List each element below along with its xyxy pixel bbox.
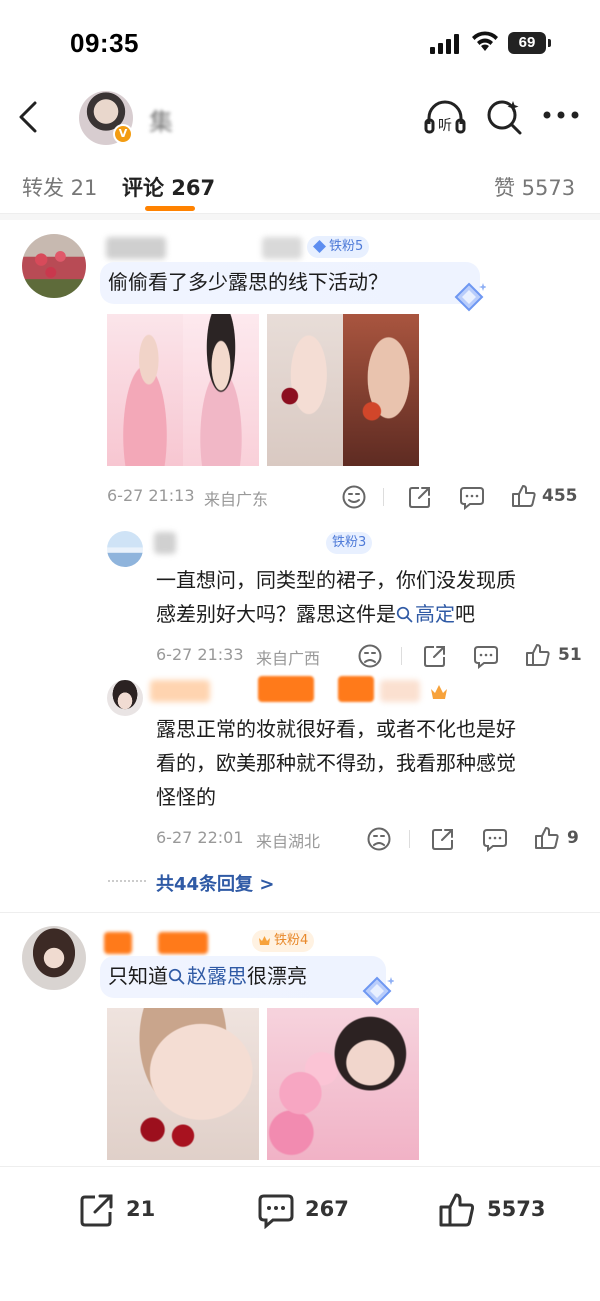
fan-crown-icon	[431, 685, 447, 699]
diamond-icon	[313, 240, 326, 253]
comment-photo[interactable]	[183, 314, 259, 466]
sad-reaction-icon[interactable]	[366, 826, 392, 852]
comment-count: 267	[305, 1197, 349, 1221]
sad-reaction-icon[interactable]	[357, 643, 383, 669]
bubble-diamond-icon	[362, 976, 394, 1006]
active-tab-indicator	[145, 206, 195, 211]
commenter-avatar[interactable]	[22, 926, 86, 990]
fan-level-badge: 铁粉5	[307, 236, 370, 258]
comment-photo[interactable]	[107, 314, 183, 466]
reply-location: 来自湖北	[256, 832, 321, 851]
more-replies-link[interactable]: 共44条回复 >	[156, 870, 274, 896]
commenter-name-redacted-2	[262, 237, 302, 259]
comment-icon[interactable]	[482, 826, 508, 852]
like-icon[interactable]	[534, 825, 560, 851]
reply-text-line: 感差别好大吗？露思这件是 高定吧	[156, 602, 475, 626]
reply-text-line: 露思正常的妆就很好看，或者不化也是好	[156, 717, 516, 741]
verified-badge-icon: V	[113, 124, 133, 144]
replier-name-redacted-3	[338, 676, 374, 702]
divider	[409, 830, 410, 848]
replier-avatar[interactable]	[107, 531, 143, 567]
replier-name-redacted[interactable]	[150, 680, 210, 702]
divider	[0, 912, 600, 913]
commenter-avatar[interactable]	[22, 234, 86, 298]
search-icon	[168, 968, 185, 985]
replier-avatar[interactable]	[107, 680, 143, 716]
reply-time: 6-27 22:01	[156, 828, 244, 847]
fan-level-badge: 铁粉3	[326, 532, 373, 554]
divider	[401, 647, 402, 665]
like-count: 5573	[487, 1197, 546, 1221]
repost-icon[interactable]	[78, 1191, 116, 1229]
divider	[0, 214, 600, 220]
share-icon[interactable]	[407, 484, 433, 510]
wifi-icon	[472, 31, 498, 51]
replier-name-redacted-4	[380, 680, 420, 702]
back-arrow-icon[interactable]	[16, 100, 42, 134]
more-options-icon[interactable]	[542, 110, 580, 120]
status-time: 09:35	[70, 28, 139, 58]
comment-photo[interactable]	[343, 314, 419, 466]
like-count: 51	[558, 645, 582, 665]
comment-icon[interactable]	[459, 484, 485, 510]
reply-location: 来自广西	[256, 649, 321, 668]
commenter-name-redacted[interactable]	[106, 237, 166, 259]
comment-icon[interactable]	[473, 643, 499, 669]
hashtag-link[interactable]: 赵露思	[168, 964, 247, 988]
share-icon[interactable]	[430, 826, 456, 852]
repost-count: 21	[126, 1197, 156, 1221]
share-icon[interactable]	[422, 643, 448, 669]
replier-name-redacted-2	[258, 676, 314, 702]
comment-text: 偷偷看了多少露思的线下活动？	[108, 270, 388, 294]
comment-time: 6-27 21:13	[107, 486, 195, 505]
crown-icon	[259, 936, 270, 945]
tab-likes[interactable]: 赞 5573	[494, 172, 575, 202]
comment-photo[interactable]	[267, 1008, 419, 1160]
nav-bar: V 集 听	[0, 88, 600, 148]
author-name[interactable]: 集	[149, 102, 173, 137]
bubble-diamond-icon	[454, 282, 486, 312]
emoji-reaction-icon[interactable]	[341, 484, 367, 510]
search-ai-icon[interactable]	[485, 98, 523, 136]
like-icon[interactable]	[438, 1191, 476, 1229]
like-icon[interactable]	[525, 642, 551, 668]
like-icon[interactable]	[511, 483, 537, 509]
post-tabs: 转发 21 评论 267 赞 5573	[0, 150, 600, 214]
listen-icon[interactable]: 听	[424, 98, 466, 138]
comment-photo[interactable]	[267, 314, 343, 466]
like-count: 455	[542, 486, 578, 506]
comment-icon[interactable]	[257, 1191, 295, 1229]
battery-icon: 69	[508, 32, 552, 54]
bottom-action-bar: 21 267 5573	[0, 1166, 600, 1301]
replier-name-redacted[interactable]	[154, 532, 176, 554]
reply-text-line: 一直想问，同类型的裙子，你们没发现质	[156, 568, 516, 592]
fan-level-badge: 铁粉4	[252, 930, 315, 952]
status-bar: 09:35 69	[0, 0, 600, 88]
comment-location: 来自广东	[204, 490, 269, 509]
commenter-name-redacted[interactable]	[104, 932, 132, 954]
comment-text: 只知道 赵露思很漂亮	[108, 964, 307, 988]
comment-photo[interactable]	[107, 1008, 259, 1160]
tab-repost[interactable]: 转发 21	[22, 172, 97, 202]
search-icon	[396, 606, 413, 623]
reply-text-line: 看的，欧美那种就不得劲，我看那种感觉	[156, 751, 516, 775]
cellular-signal-icon	[430, 34, 459, 54]
divider	[108, 880, 146, 882]
reply-text-line: 怪怪的	[156, 785, 216, 809]
svg-text:听: 听	[438, 118, 452, 134]
reply-time: 6-27 21:33	[156, 645, 244, 664]
tab-comments[interactable]: 评论 267	[122, 172, 215, 202]
divider	[383, 488, 384, 506]
battery-level: 69	[508, 32, 546, 54]
hashtag-link[interactable]: 高定	[396, 602, 455, 626]
like-count: 9	[567, 828, 579, 848]
commenter-name-redacted-2	[158, 932, 208, 954]
